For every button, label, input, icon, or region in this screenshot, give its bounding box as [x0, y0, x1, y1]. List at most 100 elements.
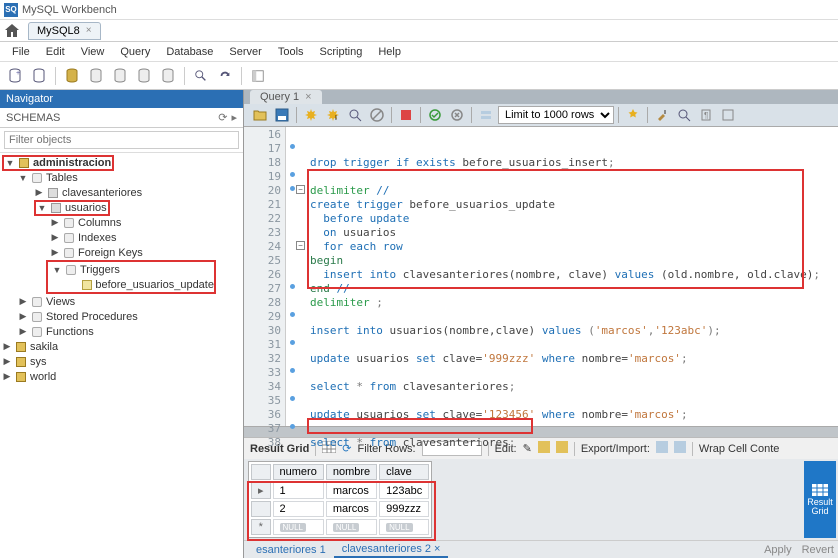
reconnect-icon[interactable] [214, 65, 236, 87]
toolbar-separator [241, 67, 242, 85]
apply-button[interactable]: Apply [764, 544, 792, 556]
doc-tabbar: MySQL8 × [0, 20, 838, 42]
find-icon[interactable] [674, 105, 694, 125]
home-icon[interactable] [4, 23, 20, 39]
result-tab-1[interactable]: esanteriores 1 [248, 543, 334, 557]
tree-table-clavesanteriores[interactable]: ▶clavesanteriores [0, 185, 243, 200]
tree-triggers[interactable]: ▼Triggers [48, 262, 214, 277]
sql-code[interactable]: drop trigger if exists before_usuarios_i… [286, 127, 838, 426]
line-gutter: 1617181920212223242526272829303132333435… [244, 127, 286, 426]
toolbar-separator [184, 67, 185, 85]
menu-database[interactable]: Database [158, 46, 221, 58]
execute-icon[interactable] [301, 105, 321, 125]
menu-help[interactable]: Help [370, 46, 409, 58]
toggle-invisible-icon[interactable]: ¶ [696, 105, 716, 125]
close-icon[interactable]: × [305, 91, 311, 103]
menu-scripting[interactable]: Scripting [312, 46, 371, 58]
tree-views[interactable]: ▶Views [0, 294, 243, 309]
sql-editor[interactable]: 1617181920212223242526272829303132333435… [244, 127, 838, 427]
menu-edit[interactable]: Edit [38, 46, 73, 58]
toolbar-separator [471, 107, 472, 123]
schema-expand-icon[interactable]: ▸ [231, 111, 237, 124]
schemas-label: SCHEMAS [6, 112, 60, 124]
beautify-icon[interactable] [623, 105, 643, 125]
result-tab-2[interactable]: clavesanteriores 2 × [334, 542, 449, 558]
edit-add-icon[interactable] [538, 441, 550, 456]
tree-schema-sys[interactable]: ▶sys [0, 354, 243, 369]
open-file-icon[interactable] [250, 105, 270, 125]
commit-icon[interactable] [425, 105, 445, 125]
save-file-icon[interactable] [272, 105, 292, 125]
revert-button[interactable]: Revert [802, 544, 834, 556]
stop-icon[interactable] [367, 105, 387, 125]
rollback-icon[interactable] [447, 105, 467, 125]
toggle-panel-icon[interactable] [247, 65, 269, 87]
tree-table-usuarios[interactable]: ▼usuarios [0, 200, 243, 215]
open-sql-icon[interactable] [28, 65, 50, 87]
execute-cursor-icon[interactable]: I [323, 105, 343, 125]
wrap-icon[interactable] [718, 105, 738, 125]
col-numero[interactable]: numero [273, 464, 324, 480]
tree-foreign-keys[interactable]: ▶Foreign Keys [0, 245, 243, 260]
query-tab-label: Query 1 [260, 91, 299, 103]
close-icon[interactable]: × [86, 25, 92, 36]
autocommit-icon[interactable] [476, 105, 496, 125]
tree-schema-administracion[interactable]: ▼administracion [0, 155, 243, 170]
tree-label: before_usuarios_update [95, 279, 214, 291]
tree-tables[interactable]: ▼Tables [0, 170, 243, 185]
tree-label: sys [30, 356, 47, 368]
tree-functions[interactable]: ▶Functions [0, 324, 243, 339]
tree-trigger-before-usuarios-update[interactable]: before_usuarios_update [48, 277, 214, 292]
schema-tree: ▼administracion ▼Tables ▶clavesanteriore… [0, 153, 243, 558]
filter-objects-input[interactable] [4, 131, 239, 149]
brush-icon[interactable] [652, 105, 672, 125]
menu-server[interactable]: Server [221, 46, 269, 58]
edit-icon[interactable]: ✎ [523, 442, 532, 455]
menubar: File Edit View Query Database Server Too… [0, 42, 838, 62]
main-toolbar: + [0, 62, 838, 90]
query-tab[interactable]: Query 1 × [250, 90, 322, 104]
app-title: MySQL Workbench [22, 4, 117, 16]
result-grid[interactable]: numeronombreclave ▸1marcos123abc 2marcos… [248, 461, 432, 538]
menu-query[interactable]: Query [112, 46, 158, 58]
import-icon[interactable] [674, 441, 686, 456]
stop-on-error-icon[interactable] [396, 105, 416, 125]
add-function-icon[interactable] [157, 65, 179, 87]
add-table-icon[interactable] [85, 65, 107, 87]
toolbar-separator [55, 67, 56, 85]
result-grid-side-button[interactable]: Result Grid [804, 461, 836, 538]
explain-icon[interactable] [345, 105, 365, 125]
limit-rows-select[interactable]: Limit to 1000 rows [498, 106, 614, 124]
tree-label: Views [46, 296, 75, 308]
wrap-cell-label: Wrap Cell Conte [699, 443, 780, 455]
menu-tools[interactable]: Tools [270, 46, 312, 58]
export-label: Export/Import: [581, 443, 650, 455]
tree-schema-world[interactable]: ▶world [0, 369, 243, 384]
tree-label: world [30, 371, 56, 383]
col-clave[interactable]: clave [379, 464, 429, 480]
edit-delete-icon[interactable] [556, 441, 568, 456]
add-view-icon[interactable] [109, 65, 131, 87]
tree-label: Foreign Keys [78, 247, 143, 259]
export-icon[interactable] [656, 441, 668, 456]
add-procedure-icon[interactable] [133, 65, 155, 87]
toolbar-separator [420, 107, 421, 123]
doc-tab[interactable]: MySQL8 × [28, 22, 101, 40]
tree-indexes[interactable]: ▶Indexes [0, 230, 243, 245]
svg-text:+: + [16, 70, 20, 77]
tree-label: usuarios [65, 202, 107, 214]
app-icon: SQ [4, 3, 18, 17]
menu-view[interactable]: View [73, 46, 113, 58]
toolbar-separator [296, 107, 297, 123]
tree-stored-procedures[interactable]: ▶Stored Procedures [0, 309, 243, 324]
schema-refresh-icon[interactable]: ⟳ [218, 111, 227, 124]
new-sql-tab-icon[interactable]: + [4, 65, 26, 87]
col-nombre[interactable]: nombre [326, 464, 377, 480]
search-icon[interactable] [190, 65, 212, 87]
menu-file[interactable]: File [4, 46, 38, 58]
tree-schema-sakila[interactable]: ▶sakila [0, 339, 243, 354]
tree-columns[interactable]: ▶Columns [0, 215, 243, 230]
tree-label: Stored Procedures [46, 311, 138, 323]
add-schema-icon[interactable] [61, 65, 83, 87]
filter-row [0, 128, 243, 153]
